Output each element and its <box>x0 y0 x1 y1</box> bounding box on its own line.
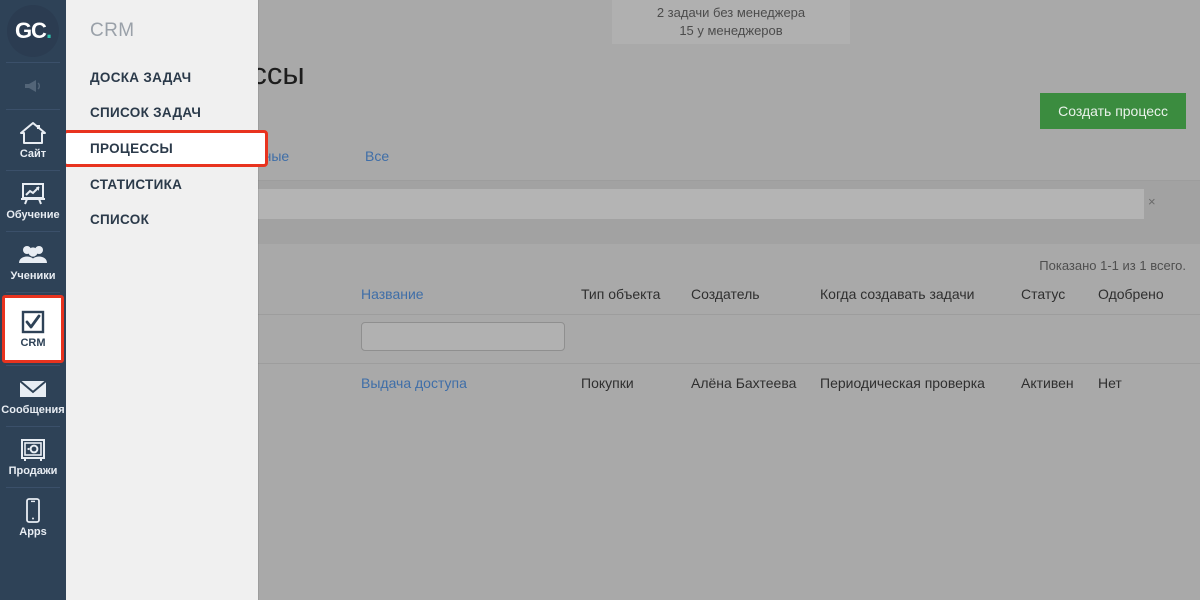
rail-item-label: Ученики <box>10 270 56 282</box>
cell-when: Периодическая проверка <box>820 375 985 391</box>
brand-logo[interactable]: GC. <box>0 0 66 62</box>
rail-item-training[interactable]: Обучение <box>0 171 66 231</box>
chart-board-icon <box>19 181 47 207</box>
cell-status: Активен <box>1021 375 1074 391</box>
rail-item-messages[interactable]: Сообщения <box>0 366 66 426</box>
pagination-summary: Показано 1-1 из 1 всего. <box>1039 258 1186 273</box>
left-icon-rail: GC. Сайт Обучение Ученики CRM Сообщения … <box>0 0 66 600</box>
column-header-status: Статус <box>1021 286 1066 302</box>
envelope-icon <box>18 376 48 402</box>
cell-creator: Алёна Бахтеева <box>691 375 797 391</box>
column-header-name[interactable]: Название <box>361 286 424 302</box>
submenu-list: ДОСКА ЗАДАЧ СПИСОК ЗАДАЧ ПРОЦЕССЫ СТАТИС… <box>63 60 268 237</box>
phone-icon <box>23 498 43 524</box>
column-header-type: Тип объекта <box>581 286 661 302</box>
rail-item-announcements[interactable] <box>0 63 66 109</box>
rail-item-site[interactable]: Сайт <box>0 110 66 170</box>
name-filter-input[interactable] <box>361 322 565 351</box>
cell-name[interactable]: Выдача доступа <box>361 375 467 391</box>
checkbox-check-icon <box>20 309 46 335</box>
users-icon <box>18 242 48 268</box>
divider <box>6 292 60 293</box>
rail-item-sales[interactable]: Продажи <box>0 427 66 487</box>
rail-item-crm[interactable]: CRM <box>2 295 64 363</box>
submenu-item-statistics[interactable]: СТАТИСТИКА <box>66 167 258 202</box>
rail-item-students[interactable]: Ученики <box>0 232 66 292</box>
column-header-approved: Одобрено <box>1098 286 1164 302</box>
submenu-item-list[interactable]: СПИСОК <box>66 202 258 237</box>
rail-item-apps[interactable]: Apps <box>0 488 66 548</box>
home-icon <box>19 120 47 146</box>
logo-disc: GC. <box>7 5 59 57</box>
rail-item-label: CRM <box>20 337 46 349</box>
rail-item-label: Сообщения <box>1 404 65 416</box>
create-process-button[interactable]: Создать процесс <box>1040 93 1186 129</box>
logo-text-dot: . <box>45 18 52 43</box>
safe-icon <box>19 437 47 463</box>
logo-text-gc: GC <box>14 18 47 43</box>
megaphone-icon <box>22 73 44 99</box>
cell-approved: Нет <box>1098 375 1122 391</box>
close-icon[interactable]: × <box>1148 194 1156 209</box>
submenu-item-task-board[interactable]: ДОСКА ЗАДАЧ <box>66 60 258 95</box>
submenu-item-task-list[interactable]: СПИСОК ЗАДАЧ <box>66 95 258 130</box>
rail-item-label: Продажи <box>8 465 58 477</box>
column-header-when: Когда создавать задачи <box>820 286 975 302</box>
column-header-creator: Создатель <box>691 286 760 302</box>
cell-type: Покупки <box>581 375 634 391</box>
rail-item-label: Сайт <box>19 148 47 160</box>
tab-all[interactable]: Все <box>365 148 389 164</box>
rail-item-label: Обучение <box>6 209 60 221</box>
submenu-title: CRM <box>90 20 135 41</box>
banner-line-managers: 15 у менеджеров <box>679 23 783 38</box>
rail-item-label: Apps <box>19 526 47 538</box>
submenu-item-processes[interactable]: ПРОЦЕССЫ <box>63 130 268 167</box>
tasks-summary-banner: 2 задачи без менеджера 15 у менеджеров <box>612 0 850 44</box>
crm-submenu-panel: CRM ДОСКА ЗАДАЧ СПИСОК ЗАДАЧ ПРОЦЕССЫ СТ… <box>63 0 268 600</box>
banner-line-unassigned: 2 задачи без менеджера <box>656 5 806 20</box>
